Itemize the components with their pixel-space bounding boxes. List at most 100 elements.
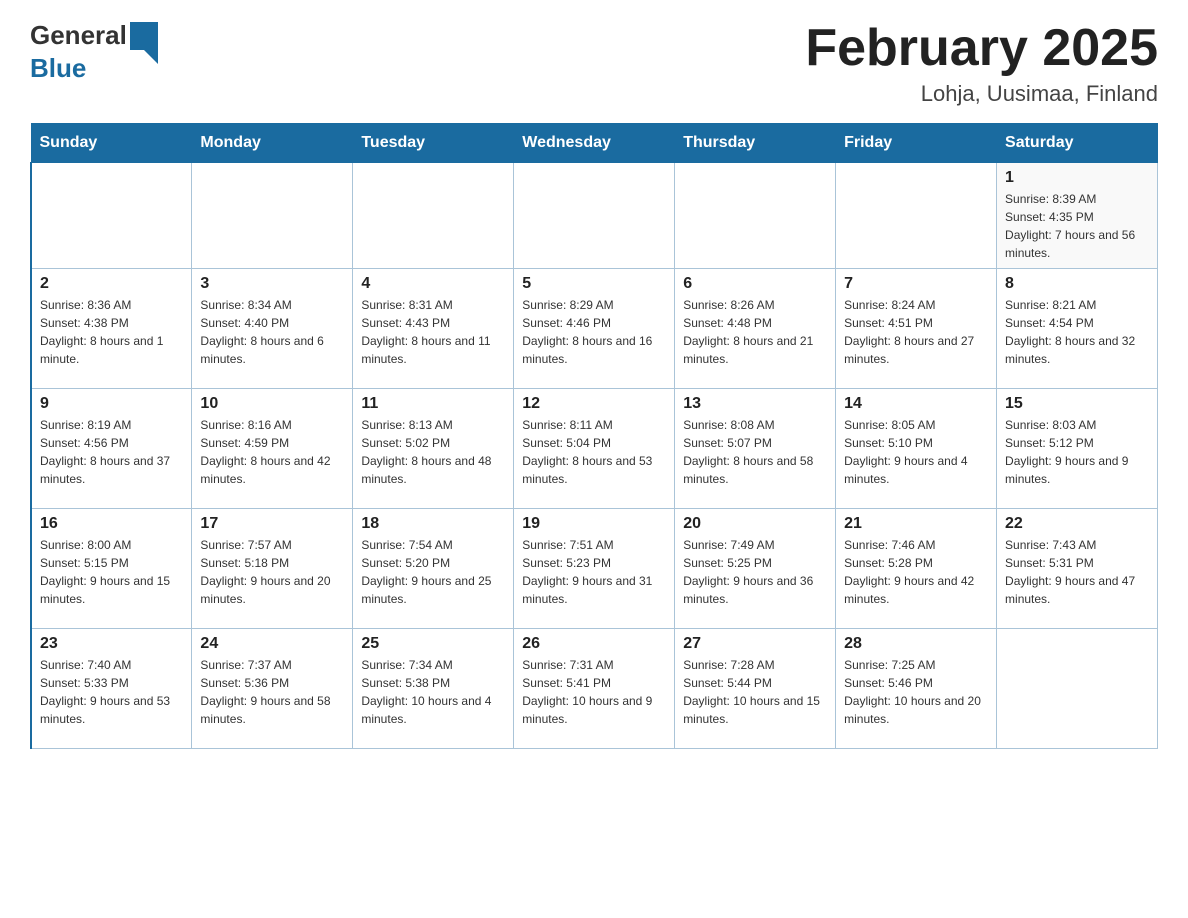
day-info: Sunrise: 8:19 AMSunset: 4:56 PMDaylight:… — [40, 416, 183, 488]
calendar-cell: 12 Sunrise: 8:11 AMSunset: 5:04 PMDayligh… — [514, 389, 675, 509]
title-area: February 2025 Lohja, Uusimaa, Finland — [805, 20, 1158, 107]
day-info: Sunrise: 8:05 AMSunset: 5:10 PMDaylight:… — [844, 416, 988, 488]
day-info: Sunrise: 8:36 AMSunset: 4:38 PMDaylight:… — [40, 296, 183, 368]
calendar-cell: 7 Sunrise: 8:24 AMSunset: 4:51 PMDaylight… — [836, 269, 997, 389]
calendar-cell: 21 Sunrise: 7:46 AMSunset: 5:28 PMDayligh… — [836, 509, 997, 629]
calendar-cell: 8Sunrise: 8:21 AMSunset: 4:54 PMDaylight… — [997, 269, 1158, 389]
logo: General Blue — [30, 20, 158, 84]
day-info: Sunrise: 7:54 AMSunset: 5:20 PMDaylight:… — [361, 536, 505, 608]
day-info: Sunrise: 8:26 AMSunset: 4:48 PMDaylight:… — [683, 296, 827, 368]
calendar-cell: 11Sunrise: 8:13 AMSunset: 5:02 PMDayligh… — [353, 389, 514, 509]
calendar-header-row: SundayMondayTuesdayWednesdayThursdayFrid… — [31, 124, 1158, 163]
day-info: Sunrise: 7:57 AMSunset: 5:18 PMDaylight:… — [200, 536, 344, 608]
calendar-cell — [31, 163, 192, 269]
calendar-cell — [192, 163, 353, 269]
day-number: 16 — [40, 515, 183, 533]
day-number: 15 — [1005, 395, 1149, 413]
day-info: Sunrise: 8:21 AMSunset: 4:54 PMDaylight:… — [1005, 296, 1149, 368]
day-info: Sunrise: 8:03 AMSunset: 5:12 PMDaylight:… — [1005, 416, 1149, 488]
day-info: Sunrise: 7:43 AMSunset: 5:31 PMDaylight:… — [1005, 536, 1149, 608]
day-number: 7 — [844, 275, 988, 293]
day-info: Sunrise: 7:46 AMSunset: 5:28 PMDaylight:… — [844, 536, 988, 608]
calendar-cell: 19Sunrise: 7:51 AMSunset: 5:23 PMDayligh… — [514, 509, 675, 629]
calendar-cell: 18 Sunrise: 7:54 AMSunset: 5:20 PMDayligh… — [353, 509, 514, 629]
calendar-cell — [514, 163, 675, 269]
calendar-cell: 22 Sunrise: 7:43 AMSunset: 5:31 PMDayligh… — [997, 509, 1158, 629]
header-saturday: Saturday — [997, 124, 1158, 163]
logo-general-text: General — [30, 20, 127, 51]
calendar-cell: 6 Sunrise: 8:26 AMSunset: 4:48 PMDaylight… — [675, 269, 836, 389]
day-info: Sunrise: 8:31 AMSunset: 4:43 PMDaylight:… — [361, 296, 505, 368]
day-number: 10 — [200, 395, 344, 413]
day-number: 21 — [844, 515, 988, 533]
calendar-cell — [353, 163, 514, 269]
calendar-cell: 16 Sunrise: 8:00 AMSunset: 5:15 PMDayligh… — [31, 509, 192, 629]
calendar-cell: 28 Sunrise: 7:25 AMSunset: 5:46 PMDayligh… — [836, 629, 997, 749]
day-info: Sunrise: 7:40 AMSunset: 5:33 PMDaylight:… — [40, 656, 183, 728]
day-number: 17 — [200, 515, 344, 533]
calendar-cell: 1 Sunrise: 8:39 AMSunset: 4:35 PMDaylight… — [997, 163, 1158, 269]
day-number: 23 — [40, 635, 183, 653]
day-info: Sunrise: 8:08 AMSunset: 5:07 PMDaylight:… — [683, 416, 827, 488]
day-number: 28 — [844, 635, 988, 653]
calendar-cell: 13 Sunrise: 8:08 AMSunset: 5:07 PMDayligh… — [675, 389, 836, 509]
day-number: 24 — [200, 635, 344, 653]
day-info: Sunrise: 8:34 AMSunset: 4:40 PMDaylight:… — [200, 296, 344, 368]
day-number: 26 — [522, 635, 666, 653]
day-number: 9 — [40, 395, 183, 413]
day-info: Sunrise: 8:00 AMSunset: 5:15 PMDaylight:… — [40, 536, 183, 608]
header-sunday: Sunday — [31, 124, 192, 163]
day-number: 2 — [40, 275, 183, 293]
location-text: Lohja, Uusimaa, Finland — [805, 81, 1158, 107]
calendar-cell: 23 Sunrise: 7:40 AMSunset: 5:33 PMDayligh… — [31, 629, 192, 749]
day-number: 25 — [361, 635, 505, 653]
day-info: Sunrise: 7:31 AMSunset: 5:41 PMDaylight:… — [522, 656, 666, 728]
day-number: 20 — [683, 515, 827, 533]
calendar-cell — [997, 629, 1158, 749]
logo-blue-text: Blue — [30, 53, 86, 84]
day-info: Sunrise: 7:49 AMSunset: 5:25 PMDaylight:… — [683, 536, 827, 608]
calendar-cell: 10 Sunrise: 8:16 AMSunset: 4:59 PMDayligh… — [192, 389, 353, 509]
day-number: 1 — [1005, 169, 1149, 187]
day-number: 13 — [683, 395, 827, 413]
day-info: Sunrise: 8:13 AMSunset: 5:02 PMDaylight:… — [361, 416, 505, 488]
header-tuesday: Tuesday — [353, 124, 514, 163]
day-info: Sunrise: 8:11 AMSunset: 5:04 PMDaylight:… — [522, 416, 666, 488]
week-row-2: 2 Sunrise: 8:36 AMSunset: 4:38 PMDaylight… — [31, 269, 1158, 389]
calendar-cell — [836, 163, 997, 269]
day-info: Sunrise: 7:34 AMSunset: 5:38 PMDaylight:… — [361, 656, 505, 728]
logo-icon — [130, 22, 158, 50]
day-info: Sunrise: 8:39 AMSunset: 4:35 PMDaylight:… — [1005, 190, 1149, 262]
calendar-table: SundayMondayTuesdayWednesdayThursdayFrid… — [30, 123, 1158, 749]
day-number: 6 — [683, 275, 827, 293]
week-row-5: 23 Sunrise: 7:40 AMSunset: 5:33 PMDayligh… — [31, 629, 1158, 749]
calendar-cell: 20 Sunrise: 7:49 AMSunset: 5:25 PMDayligh… — [675, 509, 836, 629]
month-title: February 2025 — [805, 20, 1158, 77]
calendar-cell: 9 Sunrise: 8:19 AMSunset: 4:56 PMDaylight… — [31, 389, 192, 509]
week-row-3: 9 Sunrise: 8:19 AMSunset: 4:56 PMDaylight… — [31, 389, 1158, 509]
calendar-cell: 24 Sunrise: 7:37 AMSunset: 5:36 PMDayligh… — [192, 629, 353, 749]
day-number: 27 — [683, 635, 827, 653]
calendar-cell: 26 Sunrise: 7:31 AMSunset: 5:41 PMDayligh… — [514, 629, 675, 749]
calendar-cell: 4Sunrise: 8:31 AMSunset: 4:43 PMDaylight… — [353, 269, 514, 389]
day-info: Sunrise: 8:24 AMSunset: 4:51 PMDaylight:… — [844, 296, 988, 368]
calendar-cell: 5 Sunrise: 8:29 AMSunset: 4:46 PMDaylight… — [514, 269, 675, 389]
day-number: 3 — [200, 275, 344, 293]
calendar-cell: 15 Sunrise: 8:03 AMSunset: 5:12 PMDayligh… — [997, 389, 1158, 509]
calendar-cell: 2 Sunrise: 8:36 AMSunset: 4:38 PMDaylight… — [31, 269, 192, 389]
day-number: 18 — [361, 515, 505, 533]
day-number: 22 — [1005, 515, 1149, 533]
day-number: 5 — [522, 275, 666, 293]
calendar-cell: 3 Sunrise: 8:34 AMSunset: 4:40 PMDaylight… — [192, 269, 353, 389]
header-thursday: Thursday — [675, 124, 836, 163]
calendar-cell — [675, 163, 836, 269]
day-info: Sunrise: 8:29 AMSunset: 4:46 PMDaylight:… — [522, 296, 666, 368]
header-friday: Friday — [836, 124, 997, 163]
day-number: 12 — [522, 395, 666, 413]
day-info: Sunrise: 7:25 AMSunset: 5:46 PMDaylight:… — [844, 656, 988, 728]
calendar-cell: 25 Sunrise: 7:34 AMSunset: 5:38 PMDayligh… — [353, 629, 514, 749]
header-wednesday: Wednesday — [514, 124, 675, 163]
day-info: Sunrise: 8:16 AMSunset: 4:59 PMDaylight:… — [200, 416, 344, 488]
day-info: Sunrise: 7:37 AMSunset: 5:36 PMDaylight:… — [200, 656, 344, 728]
day-number: 19 — [522, 515, 666, 533]
